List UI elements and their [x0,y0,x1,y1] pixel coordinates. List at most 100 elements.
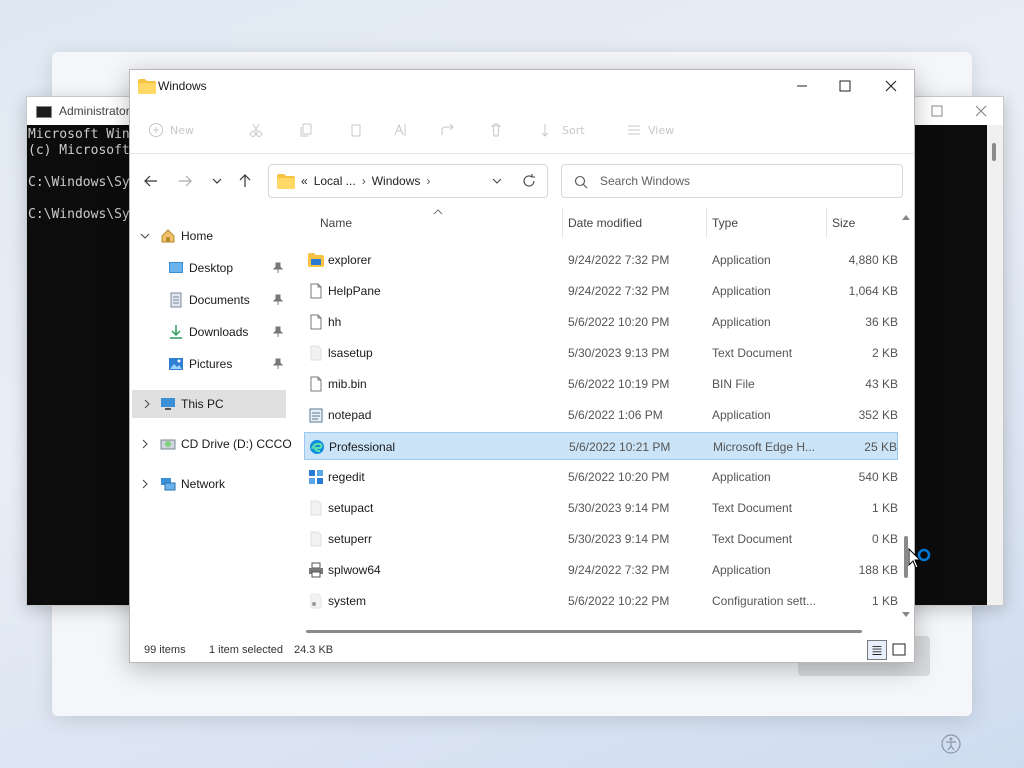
breadcrumb-overflow[interactable]: « [301,174,308,188]
scroll-down-icon[interactable] [902,610,910,618]
chevron-down-icon[interactable] [140,231,150,241]
file-row-explorer[interactable]: explorer 9/24/2022 7:32 PM Application 4,88… [304,246,898,274]
status-item-count: 99 items [144,644,186,656]
trash-icon [491,123,501,137]
share-button[interactable] [440,120,456,140]
file-size: 352 KB [858,408,898,422]
search-input[interactable] [600,171,890,191]
details-view-icon[interactable] [867,640,887,660]
minimize-icon[interactable] [794,78,810,94]
recent-locations-chevron-icon[interactable] [208,172,226,190]
file-row-splwow64[interactable]: splwow64 9/24/2022 7:32 PM Application 188 … [304,556,898,584]
file-explorer-window[interactable]: Windows New Sort View « Local ... › Wind… [129,69,915,663]
sidebar-item-label: Documents [189,293,250,307]
breadcrumb-local-disk[interactable]: Local ... [314,174,356,188]
column-header-name[interactable]: Name [290,208,562,238]
file-size: 4,880 KB [848,253,898,267]
file-row-lsasetup[interactable]: lsasetup 5/30/2023 9:13 PM Text Document 2 … [304,339,898,367]
cmd-scrollbar[interactable] [987,125,1003,605]
pictures-icon [169,358,183,370]
maximize-icon[interactable] [837,78,853,94]
folder-icon [277,173,295,189]
view-button[interactable]: View [626,120,674,140]
sidebar-item-pictures[interactable]: Pictures [130,350,290,378]
sort-icon [541,124,549,137]
delete-button[interactable] [488,120,504,140]
sidebar-item-this-pc[interactable]: This PC [132,390,286,418]
file-type: BIN File [712,377,755,391]
column-header-type[interactable]: Type [706,208,826,238]
explorer-titlebar[interactable]: Windows [130,70,914,104]
file-type: Application [712,284,771,298]
scroll-up-icon[interactable] [902,214,910,222]
file-row-setupact[interactable]: setupact 5/30/2023 9:14 PM Text Document 1 … [304,494,898,522]
file-size: 540 KB [858,470,898,484]
file-list[interactable]: Name Date modified Type Size explorer 9/2… [290,208,916,628]
paste-button[interactable] [348,120,364,140]
desktop-icon [169,262,183,273]
refresh-icon[interactable] [521,173,537,189]
sort-ascending-icon [433,209,443,215]
file-row-system[interactable]: system 5/6/2022 10:22 PM Configuration set… [304,587,898,615]
search-icon [574,175,588,189]
breadcrumb-separator[interactable]: › [426,174,430,188]
download-arrow-icon [170,325,182,339]
sidebar-item-label: CD Drive (D:) CCCO [181,437,292,451]
file-row-professional[interactable]: Professional 5/6/2022 10:21 PM Microsoft E… [304,432,898,460]
pin-icon[interactable] [272,326,284,338]
file-date: 5/30/2023 9:14 PM [568,501,670,515]
file-name: explorer [328,253,372,267]
cmd-scroll-thumb[interactable] [992,143,996,161]
sidebar-item-home[interactable]: Home [130,222,290,250]
pin-icon[interactable] [272,358,284,370]
file-row-setuperr[interactable]: setuperr 5/30/2023 9:14 PM Text Document 0 … [304,525,898,553]
file-size: 1,064 KB [848,284,898,298]
command-bar: New Sort View [130,104,914,154]
sidebar-item-network[interactable]: Network [130,470,290,498]
address-bar[interactable]: « Local ... › Windows › [268,164,548,198]
sidebar-item-label: Network [181,477,226,491]
documents-icon [170,292,182,308]
column-header-size[interactable]: Size [826,208,906,238]
horizontal-scroll-thumb[interactable] [306,630,862,633]
large-icons-view-icon[interactable] [891,642,907,658]
sort-button[interactable]: Sort [540,120,585,140]
sidebar-item-desktop[interactable]: Desktop [130,254,290,282]
file-size: 0 KB [871,532,898,546]
chevron-right-icon[interactable] [142,399,152,409]
file-size: 43 KB [865,377,898,391]
chevron-right-icon[interactable] [140,479,150,489]
cmd-maximize-icon[interactable] [929,103,945,119]
accessibility-icon[interactable] [940,733,962,755]
chevron-right-icon[interactable] [140,439,150,449]
copy-button[interactable] [298,120,314,140]
horizontal-scrollbar[interactable] [290,626,900,636]
sidebar-item-downloads[interactable]: Downloads [130,318,290,346]
file-date: 9/24/2022 7:32 PM [568,253,670,267]
forward-arrow-icon[interactable] [176,172,194,190]
pin-icon[interactable] [272,262,284,274]
file-row-helppane[interactable]: HelpPane 9/24/2022 7:32 PM Application 1,06… [304,277,898,305]
chevron-down-icon[interactable] [491,175,503,187]
back-arrow-icon[interactable] [142,172,160,190]
cut-button[interactable] [248,120,264,140]
file-row-mib-bin[interactable]: mib.bin 5/6/2022 10:19 PM BIN File 43 KB [304,370,898,398]
breadcrumb-windows[interactable]: Windows [372,174,421,188]
column-header-date[interactable]: Date modified [562,208,706,238]
search-box[interactable] [561,164,903,198]
rename-button[interactable] [392,120,408,140]
sidebar-item-cd-drive[interactable]: CD Drive (D:) CCCO [130,430,292,458]
file-row-notepad[interactable]: notepad 5/6/2022 1:06 PM Application 352 KB [304,401,898,429]
file-row-hh[interactable]: hh 5/6/2022 10:20 PM Application 36 KB [304,308,898,336]
close-icon[interactable] [883,78,899,94]
up-arrow-icon[interactable] [236,172,254,190]
new-button[interactable]: New [148,120,194,140]
view-icon [628,125,640,135]
regedit-icon [309,470,323,484]
pin-icon[interactable] [272,294,284,306]
sidebar-item-documents[interactable]: Documents [130,286,290,314]
rename-icon [394,123,406,136]
file-row-regedit[interactable]: regedit 5/6/2022 10:20 PM Application 540 K… [304,463,898,491]
breadcrumb-separator[interactable]: › [362,174,366,188]
cmd-close-icon[interactable] [971,101,991,121]
